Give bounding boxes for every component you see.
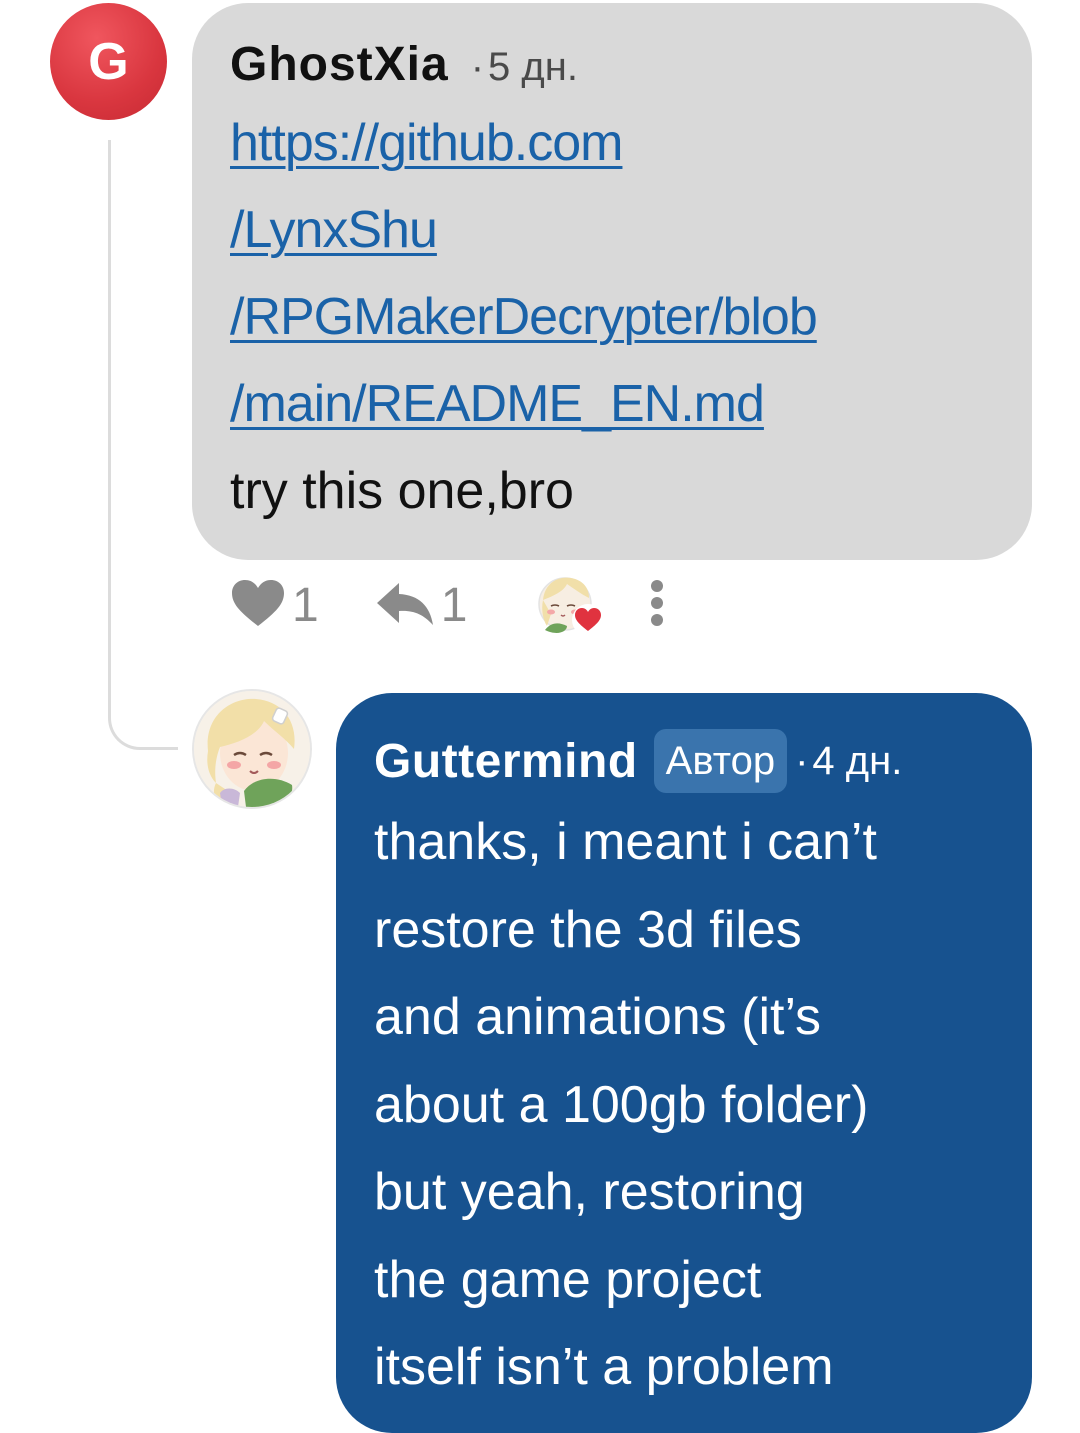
comment-body: thanks, i meant i can’t restore the 3d f… [374,799,1002,1412]
avatar-letter: G [88,32,129,91]
body-line: restore the 3d files [374,900,802,959]
github-link[interactable]: https://github.com /LynxShu /RPGMakerDec… [230,100,994,448]
separator-dot: · [470,45,485,89]
like-button[interactable]: 1 [230,578,319,633]
heart-reaction-icon [572,604,605,636]
body-line: and animations (it’s [374,988,822,1046]
comment-body: try this one,bro [230,462,574,520]
comment-actions: 1 1 [230,570,665,640]
body-line: the game project [374,1250,762,1309]
body-line: but yeah, restoring [374,1163,805,1221]
more-options-button[interactable] [649,578,665,633]
comment-bubble-ghostxia: GhostXia · 5 дн. https://github.com /Lyn… [192,3,1032,560]
timestamp: 5 дн. [488,45,578,89]
like-count: 1 [292,578,319,632]
comment-bubble-guttermind: Guttermind Автор · 4 дн. thanks, i meant… [336,693,1032,1433]
author-badge: Автор [653,729,788,793]
heart-icon [230,578,286,633]
reply-count: 1 [440,578,468,632]
body-line: thanks, i meant i can’t [374,813,877,871]
anime-girl-avatar-icon [194,691,310,807]
avatar-guttermind[interactable] [192,689,312,809]
username[interactable]: Guttermind [374,734,638,789]
body-line: about a 100gb folder) [374,1075,869,1134]
body-line: itself isn’t a problem [374,1338,834,1396]
link-line: /RPGMakerDecrypter/blob [230,288,818,346]
link-line: https://github.com [230,114,623,172]
thread-connector-line [108,140,178,750]
reaction-avatar[interactable] [537,574,605,636]
link-line: /main/README_EN.md [230,375,765,433]
comment-header: GhostXia · 5 дн. [230,37,994,92]
link-line: /LynxShu [230,201,438,259]
comment-header: Guttermind Автор · 4 дн. [374,729,1002,793]
vertical-dots-icon [649,578,665,633]
reply-arrow-icon [375,579,435,632]
timestamp: 4 дн. [812,738,903,783]
reply-button[interactable]: 1 [375,578,468,633]
separator-dot: · [795,738,809,783]
username[interactable]: GhostXia [230,37,449,92]
avatar-ghostxia[interactable]: G [50,3,167,120]
